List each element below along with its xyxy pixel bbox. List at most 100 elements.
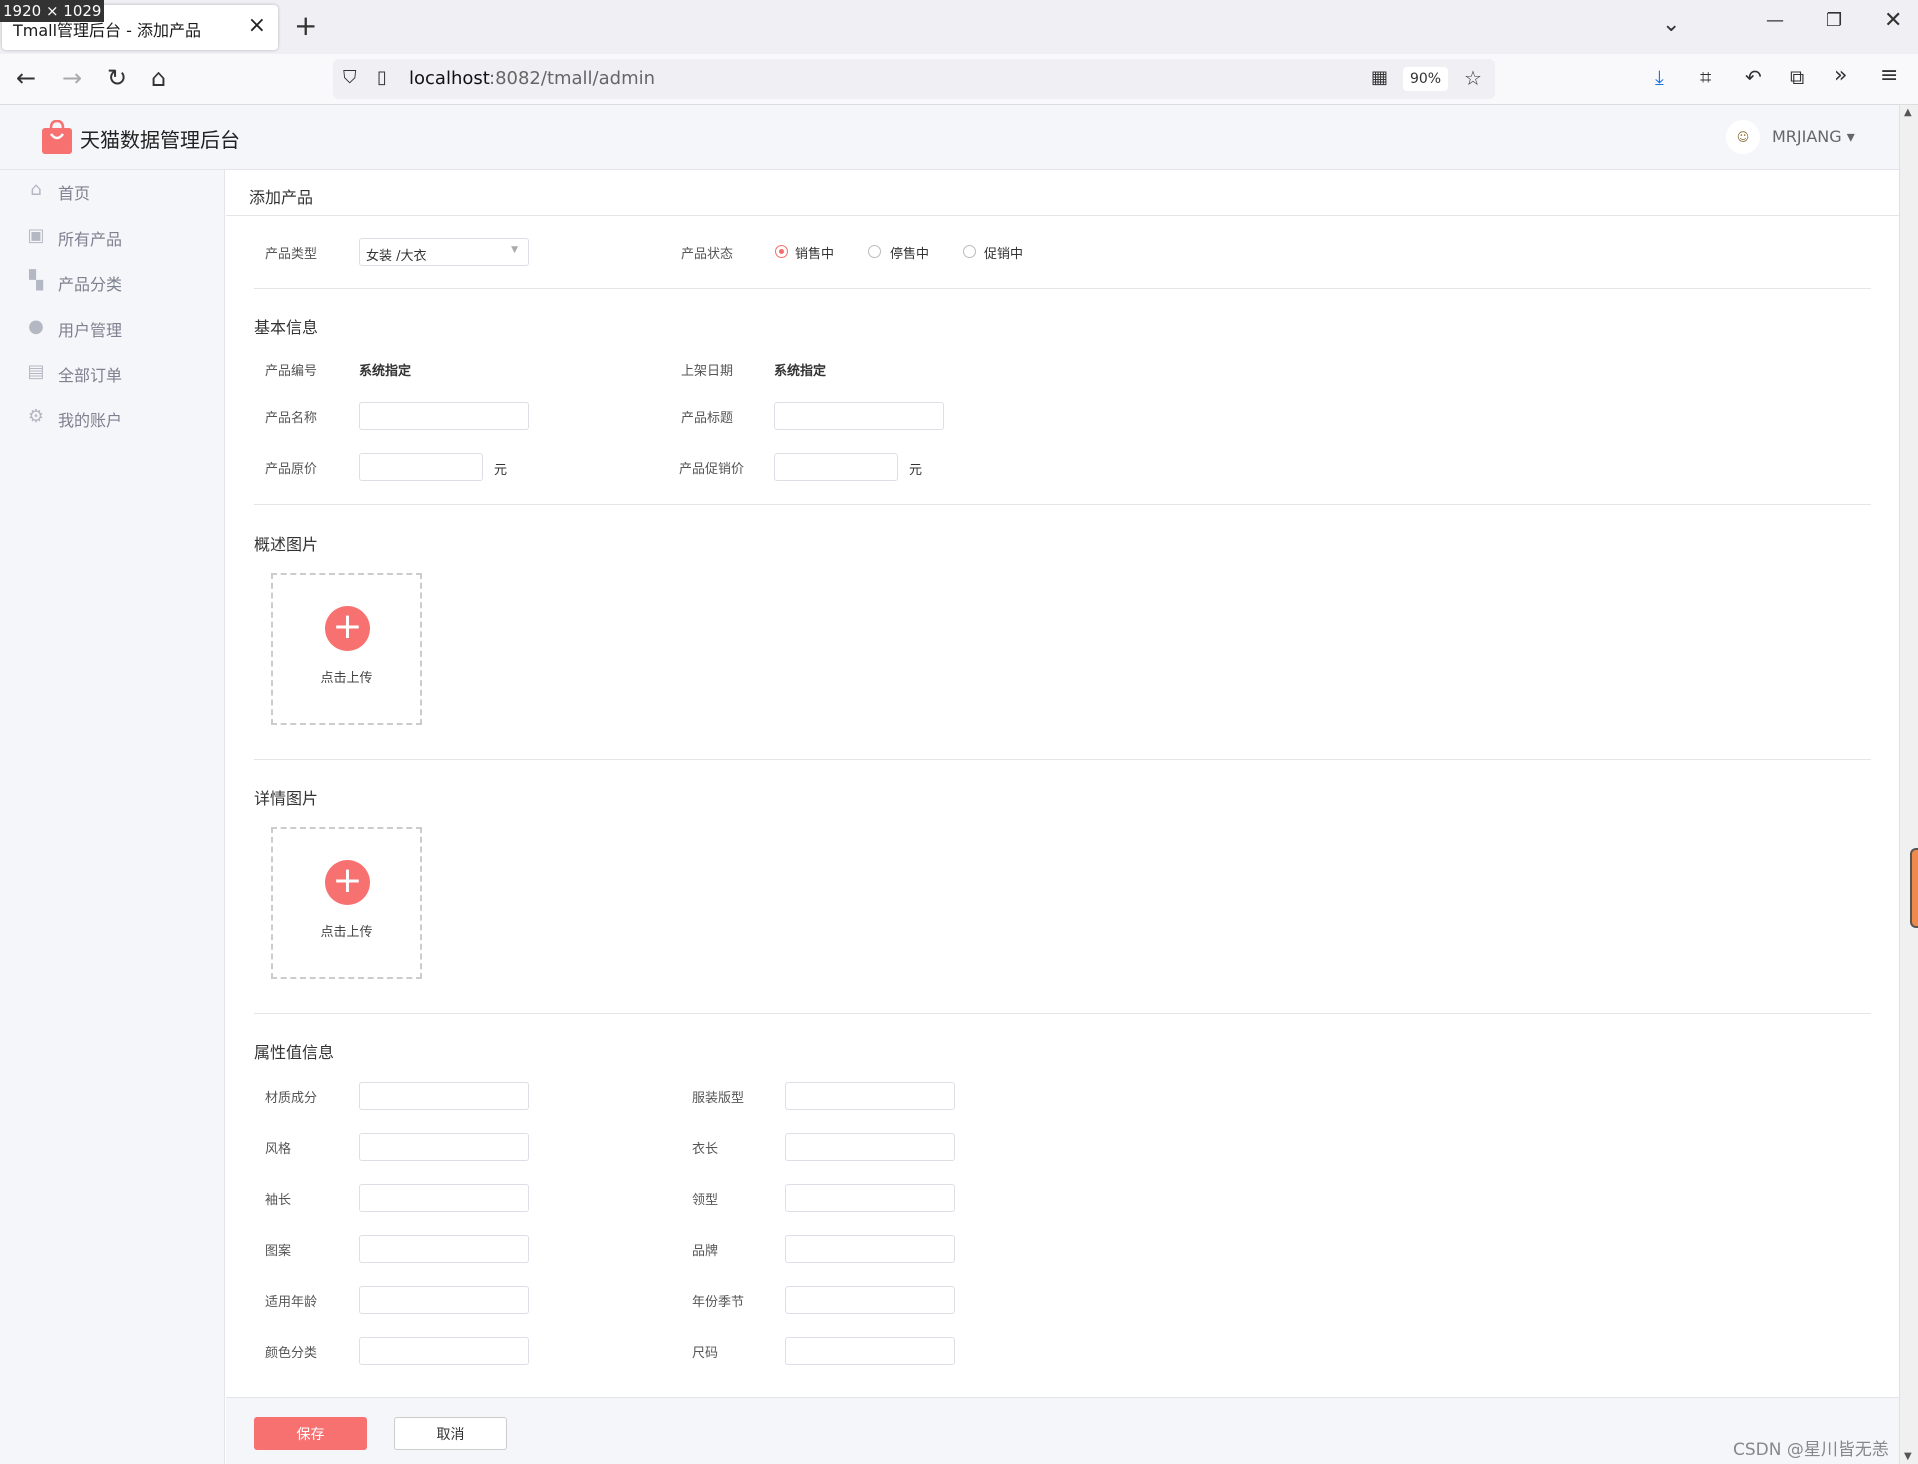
- divider: [254, 504, 1871, 505]
- home-button-icon[interactable]: ⌂: [151, 64, 166, 92]
- attr-label: 尺码: [692, 1346, 719, 1361]
- browser-toolbar: ← → ↻ ⌂ ⛉ ▯ localhost :8082/tmall/admin …: [0, 54, 1918, 105]
- upload-label: 点击上传: [320, 925, 373, 940]
- shopping-bag-logo-icon: [42, 120, 72, 154]
- page-title: 添加产品: [249, 188, 314, 207]
- sidebar-item-orders[interactable]: ▤ 全部订单: [0, 352, 225, 392]
- sidebar-item-label: 我的账户: [58, 411, 123, 430]
- divider: [254, 288, 1871, 289]
- sidebar-item-account[interactable]: ⚙ 我的账户: [0, 397, 225, 437]
- status-radio-on-sale[interactable]: [775, 245, 788, 258]
- attr-style-input[interactable]: [359, 1133, 529, 1161]
- overview-upload-box[interactable]: + 点击上传: [271, 573, 422, 725]
- divider: [254, 759, 1871, 760]
- url-path: :8082/tmall/admin: [489, 68, 656, 89]
- upload-label: 点击上传: [320, 671, 373, 686]
- attr-label: 品牌: [692, 1244, 719, 1259]
- product-code-value: 系统指定: [359, 364, 412, 379]
- divider: [254, 1013, 1871, 1014]
- attr-label: 袖长: [265, 1193, 292, 1208]
- attr-collar-input[interactable]: [785, 1184, 955, 1212]
- plus-icon: +: [325, 606, 370, 651]
- attr-brand-input[interactable]: [785, 1235, 955, 1263]
- gear-icon: ⚙: [27, 406, 45, 427]
- user-name: MRJIANG: [1772, 127, 1842, 146]
- sidebar-item-home[interactable]: ⌂ 首页: [0, 170, 225, 210]
- product-headline-label: 产品标题: [681, 411, 734, 426]
- product-code-label: 产品编号: [265, 364, 318, 379]
- attr-sleeve-input[interactable]: [359, 1184, 529, 1212]
- watermark: CSDN @星川皆无恙: [1733, 1440, 1889, 1460]
- sale-price-input[interactable]: [774, 453, 898, 481]
- sidebar-item-label: 用户管理: [58, 321, 123, 340]
- listing-date-label: 上架日期: [681, 364, 734, 379]
- order-icon: ▤: [27, 361, 45, 382]
- app-header: 天猫数据管理后台 ☺ MRJIANG ▾: [0, 105, 1899, 170]
- user-menu[interactable]: MRJIANG ▾: [1772, 127, 1855, 146]
- attr-length-input[interactable]: [785, 1133, 955, 1161]
- attr-material-input[interactable]: [359, 1082, 529, 1110]
- basic-info-heading: 基本信息: [254, 318, 319, 337]
- back-arrow-icon[interactable]: ←: [16, 64, 36, 92]
- attr-label: 材质成分: [265, 1091, 318, 1106]
- attr-color-input[interactable]: [359, 1337, 529, 1365]
- zoom-level[interactable]: 90%: [1403, 67, 1448, 91]
- page-info-icon[interactable]: ▯: [377, 67, 387, 88]
- sidebar-item-label: 首页: [58, 184, 91, 203]
- overview-images-heading: 概述图片: [254, 535, 319, 554]
- scrollbar-thumb[interactable]: [1910, 848, 1918, 928]
- new-tab-icon[interactable]: +: [294, 9, 317, 42]
- main-content: 添加产品 产品类型 女装 /大衣 ▼ 产品状态 销售中 停售中 促销中 基本信息…: [226, 170, 1899, 1464]
- attr-label: 衣长: [692, 1142, 719, 1157]
- sidebar-item-users[interactable]: ● 用户管理: [0, 307, 225, 347]
- crop-icon[interactable]: ⌗: [1700, 65, 1711, 89]
- minimize-window-icon[interactable]: —: [1766, 10, 1784, 31]
- attr-age-input[interactable]: [359, 1286, 529, 1314]
- bookmark-star-icon[interactable]: ☆: [1464, 66, 1482, 90]
- product-headline-input[interactable]: [774, 402, 944, 430]
- product-status-label: 产品状态: [681, 247, 734, 262]
- tab-list-chevron-down-icon[interactable]: ⌄: [1662, 12, 1680, 37]
- detail-upload-box[interactable]: + 点击上传: [271, 827, 422, 979]
- attr-label: 服装版型: [692, 1091, 745, 1106]
- scroll-down-arrow-icon[interactable]: ▼: [1904, 1451, 1912, 1462]
- address-bar[interactable]: ⛉ ▯ localhost :8082/tmall/admin ▦ 90% ☆: [333, 59, 1495, 99]
- attr-pattern-input[interactable]: [359, 1235, 529, 1263]
- browser-tab-bar: Tmall管理后台 - 添加产品 × + ⌄ — ❐ ✕: [0, 0, 1918, 54]
- product-type-select[interactable]: 女装 /大衣 ▼: [359, 238, 529, 266]
- attr-label: 适用年龄: [265, 1295, 318, 1310]
- page-scrollbar[interactable]: ▲ ▼: [1899, 105, 1918, 1464]
- sidebar-item-products[interactable]: ▣ 所有产品: [0, 216, 225, 256]
- status-radio-promotion[interactable]: [963, 245, 976, 258]
- original-price-input[interactable]: [359, 453, 483, 481]
- shield-icon[interactable]: ⛉: [343, 67, 357, 88]
- status-radio-off-sale[interactable]: [868, 245, 881, 258]
- menu-icon[interactable]: ≡: [1880, 63, 1898, 88]
- product-name-input[interactable]: [359, 402, 529, 430]
- attr-fit-input[interactable]: [785, 1082, 955, 1110]
- sidebar-item-label: 产品分类: [58, 275, 123, 294]
- forward-arrow-icon[interactable]: →: [62, 64, 82, 92]
- sidebar: ⌂ 首页 ▣ 所有产品 ▚ 产品分类 ● 用户管理 ▤ 全部订单 ⚙ 我的账户: [0, 170, 225, 1464]
- attr-season-input[interactable]: [785, 1286, 955, 1314]
- close-tab-icon[interactable]: ×: [248, 13, 266, 38]
- undo-icon[interactable]: ↶: [1745, 65, 1762, 89]
- download-icon[interactable]: ⤓: [1655, 65, 1664, 89]
- reload-icon[interactable]: ↻: [107, 64, 127, 92]
- attr-size-input[interactable]: [785, 1337, 955, 1365]
- scroll-up-arrow-icon[interactable]: ▲: [1904, 107, 1912, 118]
- sale-price-label: 产品促销价: [679, 462, 745, 477]
- user-icon: ●: [28, 316, 44, 337]
- avatar[interactable]: ☺: [1726, 120, 1760, 154]
- listing-date-value: 系统指定: [774, 364, 827, 379]
- sidebar-item-label: 全部订单: [58, 366, 123, 385]
- cancel-button[interactable]: 取消: [394, 1417, 507, 1450]
- qr-code-icon[interactable]: ▦: [1371, 67, 1388, 88]
- extensions-icon[interactable]: ⧉: [1790, 65, 1804, 89]
- close-window-icon[interactable]: ✕: [1884, 8, 1902, 33]
- plus-icon: +: [325, 860, 370, 905]
- restore-window-icon[interactable]: ❐: [1826, 10, 1842, 31]
- sidebar-item-categories[interactable]: ▚ 产品分类: [0, 261, 225, 301]
- overflow-chevrons-icon[interactable]: »: [1834, 63, 1847, 88]
- save-button[interactable]: 保存: [254, 1417, 367, 1450]
